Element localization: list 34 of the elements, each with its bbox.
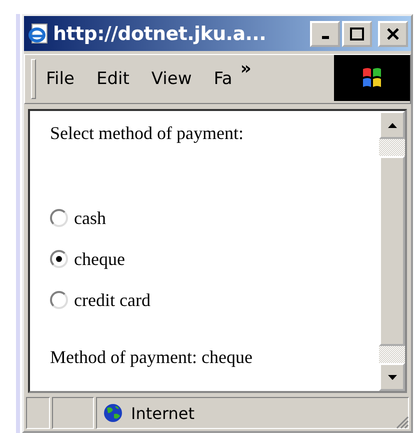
down-arrow-icon [388, 374, 396, 380]
minimize-button[interactable] [310, 20, 340, 46]
status-pane [52, 397, 94, 429]
toolbar-grip [31, 59, 36, 99]
windows-logo-icon [334, 55, 410, 101]
radio-button[interactable] [50, 209, 68, 227]
scroll-down-button[interactable] [379, 363, 405, 391]
window-title: http://dotnet.jku.a... [53, 22, 267, 44]
radio-button[interactable] [50, 250, 68, 268]
status-pane [26, 397, 50, 429]
close-icon [386, 26, 400, 40]
maximize-button[interactable] [342, 20, 372, 46]
scroll-up-button[interactable] [379, 111, 405, 139]
menu-item[interactable]: View [151, 69, 192, 89]
maximize-icon [350, 26, 364, 40]
menu-item[interactable]: Edit [96, 69, 130, 89]
minimize-icon [322, 36, 328, 39]
prompt-text: Select method of payment: [50, 123, 244, 145]
scroll-thumb[interactable] [379, 156, 405, 346]
menu-item[interactable]: File [46, 69, 74, 89]
result-text: Method of payment: cheque [50, 347, 254, 368]
menu-item[interactable]: Fa [214, 69, 232, 89]
resize-grip-icon[interactable] [395, 415, 409, 429]
vertical-scrollbar[interactable] [379, 111, 405, 391]
zone-label: Internet [131, 404, 195, 422]
radio-option[interactable]: cheque [50, 244, 379, 274]
overflow-chevron[interactable]: » [240, 59, 252, 79]
up-arrow-icon [388, 122, 396, 128]
radio-option[interactable]: credit card [50, 285, 379, 315]
browser-logo-icon [27, 22, 49, 44]
close-button[interactable] [378, 20, 408, 46]
radio-button[interactable] [50, 291, 68, 309]
radio-option[interactable]: cash [50, 203, 379, 233]
globe-icon [103, 403, 123, 423]
